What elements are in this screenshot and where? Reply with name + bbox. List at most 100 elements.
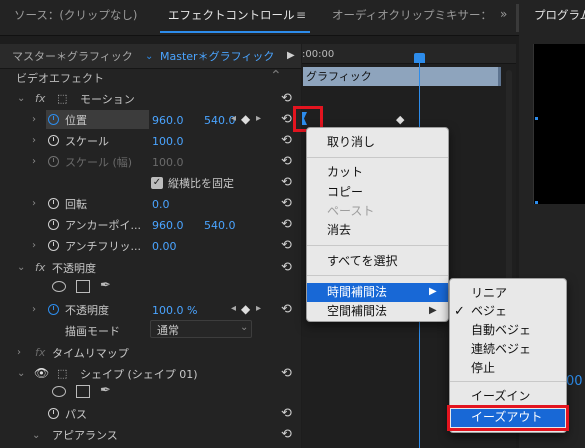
program-monitor-screen[interactable] — [533, 44, 585, 204]
position-x-value[interactable]: 960.0 — [152, 115, 184, 126]
stopwatch-icon[interactable] — [48, 135, 59, 146]
active-tab-underline — [160, 31, 310, 33]
menu-item-cut[interactable]: カット — [327, 166, 363, 186]
reset-icon[interactable]: ⟲ — [281, 134, 292, 147]
reset-icon[interactable]: ⟲ — [281, 428, 292, 441]
motion-label: モーション — [80, 93, 135, 106]
reset-icon[interactable]: ⟲ — [281, 407, 292, 420]
menu-item-clear[interactable]: 消去 — [327, 224, 351, 244]
eye-icon[interactable]: 👁 — [34, 367, 49, 379]
bounding-handle[interactable] — [535, 117, 538, 120]
chevron-right-icon[interactable]: › — [32, 241, 36, 251]
tab-program[interactable]: プログラム — [534, 9, 585, 22]
play-only-clip-icon[interactable]: ▶ — [287, 51, 295, 61]
path-label: パス — [65, 408, 87, 421]
chevron-down-icon[interactable]: ⌄ — [17, 263, 25, 273]
add-keyframe-icon[interactable]: ◆ — [241, 303, 250, 315]
uniform-scale-checkbox[interactable]: ✓ — [151, 177, 163, 189]
reset-icon[interactable]: ⟲ — [281, 113, 292, 126]
stopwatch-icon[interactable] — [48, 240, 59, 251]
prev-keyframe-icon[interactable]: ◂ — [231, 114, 236, 124]
chevron-right-icon[interactable]: › — [32, 136, 36, 146]
next-keyframe-icon[interactable]: ▸ — [256, 114, 261, 124]
chevron-down-icon[interactable]: ⌄ — [17, 94, 25, 104]
stopwatch-icon[interactable] — [48, 408, 59, 419]
ellipse-mask-icon[interactable] — [52, 386, 66, 397]
reset-icon[interactable]: ⟲ — [281, 261, 292, 274]
effect-controls-left-pane — [0, 44, 301, 448]
pen-mask-icon[interactable]: ✒ — [100, 279, 111, 292]
menu-item-copy[interactable]: コピー — [327, 186, 363, 206]
anchor-y-value[interactable]: 540.0 — [204, 220, 236, 231]
stopwatch-icon[interactable] — [48, 304, 59, 315]
menu-separator — [307, 157, 448, 158]
scale-width-label: スケール (幅) — [65, 156, 133, 169]
scroll-up-icon[interactable]: ⌃ — [270, 69, 282, 83]
panel-menu-icon[interactable]: ≡ — [296, 9, 306, 21]
chevron-right-icon[interactable]: › — [17, 348, 21, 358]
tab-source[interactable]: ソース：(クリップなし) — [14, 9, 137, 22]
submenu-item-bezier[interactable]: ベジェ — [471, 305, 507, 325]
ruler-timecode: :00:00 — [302, 49, 335, 60]
reset-icon[interactable]: ⟲ — [281, 239, 292, 252]
chevron-down-icon[interactable]: ⌄ — [32, 431, 40, 441]
menu-item-temporal-interpolation[interactable]: 時間補間法 — [327, 286, 387, 298]
chevron-down-icon[interactable]: ⌄ — [17, 369, 25, 379]
clip-end-handle[interactable] — [498, 67, 501, 86]
stopwatch-icon[interactable] — [48, 198, 59, 209]
opacity-group-label: 不透明度 — [52, 262, 96, 275]
master-clip-label[interactable]: マスター＊グラフィック — [12, 51, 133, 62]
program-timecode-fragment: 00 — [566, 374, 583, 389]
keyframe-diamond-icon[interactable]: ◆ — [396, 114, 404, 125]
chevron-right-icon[interactable]: › — [32, 115, 36, 125]
reset-icon[interactable]: ⟲ — [281, 303, 292, 316]
opacity-value[interactable]: 100.0 % — [152, 305, 197, 316]
position-label: 位置 — [65, 114, 87, 127]
tab-audio-clip-mixer[interactable]: オーディオクリップミキサー： — [332, 9, 492, 22]
menu-item-spatial-interpolation[interactable]: 空間補間法 — [327, 305, 387, 325]
chevron-right-icon[interactable]: › — [32, 199, 36, 209]
scale-label: スケール — [65, 135, 109, 148]
anchor-x-value[interactable]: 960.0 — [152, 220, 184, 231]
bounding-handle[interactable] — [535, 201, 538, 204]
reset-icon[interactable]: ⟲ — [281, 176, 292, 189]
submenu-item-continuous-bezier[interactable]: 連続ベジェ — [471, 343, 531, 363]
transform-icon: ⬚ — [57, 92, 68, 105]
menu-item-select-all[interactable]: すべてを選択 — [327, 255, 397, 275]
fx-icon[interactable]: fx — [35, 93, 45, 104]
ellipse-mask-icon[interactable] — [52, 281, 66, 292]
stopwatch-icon[interactable] — [48, 114, 59, 125]
scale-value[interactable]: 100.0 — [152, 136, 184, 147]
rotation-value[interactable]: 0.0 — [152, 199, 170, 210]
sequence-clip-label[interactable]: Master＊グラフィック — [160, 51, 274, 62]
anti-flicker-label: アンチフリッ... — [65, 240, 142, 253]
chevron-down-icon: ⌄ — [240, 322, 249, 333]
checkmark-icon: ✓ — [454, 304, 465, 319]
submenu-item-hold[interactable]: 停止 — [471, 362, 495, 382]
anti-flicker-value[interactable]: 0.00 — [152, 241, 177, 252]
chevron-right-icon[interactable]: › — [32, 305, 36, 315]
reset-icon[interactable]: ⟲ — [281, 92, 292, 105]
fx-icon[interactable]: fx — [35, 262, 45, 273]
add-keyframe-icon[interactable]: ◆ — [241, 113, 250, 125]
submenu-item-auto-bezier[interactable]: 自動ベジェ — [471, 324, 531, 344]
reset-icon[interactable]: ⟲ — [281, 197, 292, 210]
stopwatch-icon[interactable] — [48, 219, 59, 230]
appearance-label: アピアランス — [52, 429, 118, 442]
reset-icon[interactable]: ⟲ — [281, 155, 292, 168]
next-keyframe-icon[interactable]: ▸ — [256, 304, 261, 314]
tab-effect-controls[interactable]: エフェクトコントロール — [168, 9, 295, 22]
rectangle-mask-icon[interactable] — [76, 280, 90, 293]
submenu-item-ease-out[interactable]: イーズアウト — [471, 411, 542, 423]
rectangle-mask-icon[interactable] — [76, 385, 90, 398]
pen-mask-icon[interactable]: ✒ — [100, 384, 111, 397]
chevron-down-icon[interactable]: ⌄ — [145, 52, 153, 62]
blend-mode-label: 描画モード — [65, 325, 120, 338]
menu-item-undo[interactable]: 取り消し — [327, 136, 375, 156]
fx-icon: fx — [35, 346, 46, 359]
reset-icon[interactable]: ⟲ — [281, 218, 292, 231]
more-tabs-icon[interactable]: » — [500, 8, 507, 20]
video-effects-header: ビデオエフェクト — [16, 72, 104, 85]
reset-icon[interactable]: ⟲ — [281, 367, 292, 380]
prev-keyframe-icon[interactable]: ◂ — [231, 304, 236, 314]
